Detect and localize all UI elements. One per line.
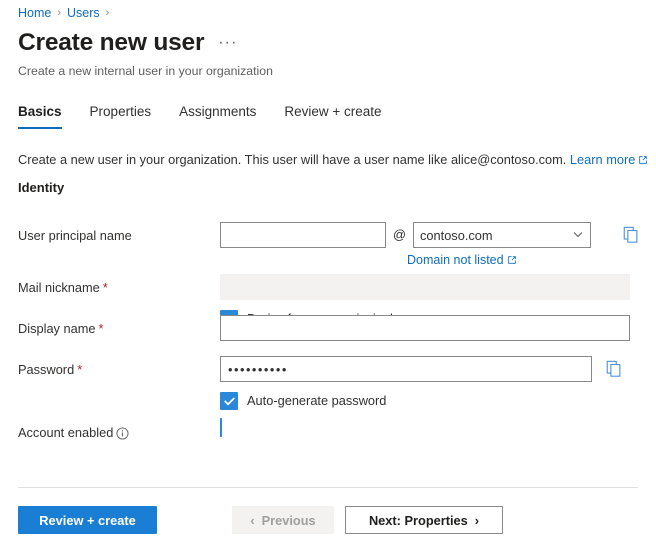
tab-review-create[interactable]: Review + create (270, 103, 395, 129)
section-heading-identity: Identity (18, 180, 65, 195)
breadcrumb-item-home[interactable]: Home (18, 4, 51, 22)
tab-properties[interactable]: Properties (76, 103, 166, 129)
label-user-principal-name: User principal name (18, 228, 132, 243)
breadcrumb: Home › Users › (18, 4, 109, 22)
label-display-name: Display name * (18, 321, 104, 336)
info-icon[interactable] (116, 426, 129, 440)
display-name-input[interactable] (220, 315, 630, 341)
breadcrumb-separator-icon: › (105, 7, 110, 19)
form-row-account-enabled: Account enabled (0, 418, 656, 453)
account-enabled-checkbox[interactable] (220, 418, 235, 437)
tab-basics[interactable]: Basics (18, 103, 76, 129)
copy-upn-icon[interactable] (620, 224, 642, 246)
external-link-icon (638, 152, 648, 170)
intro-text: Create a new user in your organization. … (18, 152, 567, 167)
user-principal-name-input[interactable] (220, 222, 386, 248)
auto-generate-password-checkbox-row[interactable]: Auto-generate password (220, 392, 656, 410)
mail-nickname-input (220, 274, 630, 300)
required-asterisk: * (98, 321, 104, 336)
copy-password-icon[interactable] (603, 358, 625, 380)
breadcrumb-item-users[interactable]: Users (67, 4, 100, 22)
label-mail-nickname: Mail nickname * (18, 280, 108, 295)
intro-text-block: Create a new user in your organization. … (18, 151, 648, 170)
footer-button-bar: Review + create ‹ Previous Next: Propert… (0, 506, 656, 536)
page-header: Create new user ··· (18, 28, 237, 58)
label-account-enabled: Account enabled (0, 419, 220, 441)
chevron-right-icon: › (474, 512, 480, 528)
more-actions-icon[interactable]: ··· (218, 35, 237, 51)
form-row-password: Password * Auto-generate password (0, 356, 656, 419)
learn-more-link[interactable]: Learn more (570, 152, 635, 167)
label-password: Password * (18, 362, 83, 377)
password-input[interactable] (220, 356, 592, 382)
chevron-left-icon: ‹ (250, 512, 255, 528)
previous-button: ‹ Previous (232, 506, 334, 534)
auto-generate-password-checkbox[interactable] (220, 392, 238, 410)
form-row-mail-nickname: Mail nickname * Derive from user princip… (0, 274, 656, 328)
page-title: Create new user (18, 29, 205, 56)
domain-select[interactable]: contoso.com (413, 222, 591, 248)
breadcrumb-separator-icon: › (57, 7, 62, 19)
review-create-button[interactable]: Review + create (18, 506, 157, 534)
form-identity: User principal name @ contoso.com Domain… (0, 222, 656, 453)
external-link-icon (507, 253, 517, 269)
at-symbol: @ (393, 227, 406, 242)
footer-divider (18, 487, 638, 488)
auto-generate-password-label[interactable]: Auto-generate password (247, 392, 386, 410)
required-asterisk: * (77, 362, 83, 377)
next-properties-button[interactable]: Next: Properties › (345, 506, 503, 534)
tab-bar: Basics Properties Assignments Review + c… (18, 103, 396, 129)
form-row-user-principal-name: User principal name @ contoso.com Domain… (0, 222, 656, 274)
form-row-display-name: Display name * (0, 315, 656, 356)
required-asterisk: * (102, 280, 108, 295)
tab-assignments[interactable]: Assignments (165, 103, 270, 129)
domain-not-listed-link[interactable]: Domain not listed (407, 252, 517, 269)
page-subtitle: Create a new internal user in your organ… (18, 64, 273, 78)
